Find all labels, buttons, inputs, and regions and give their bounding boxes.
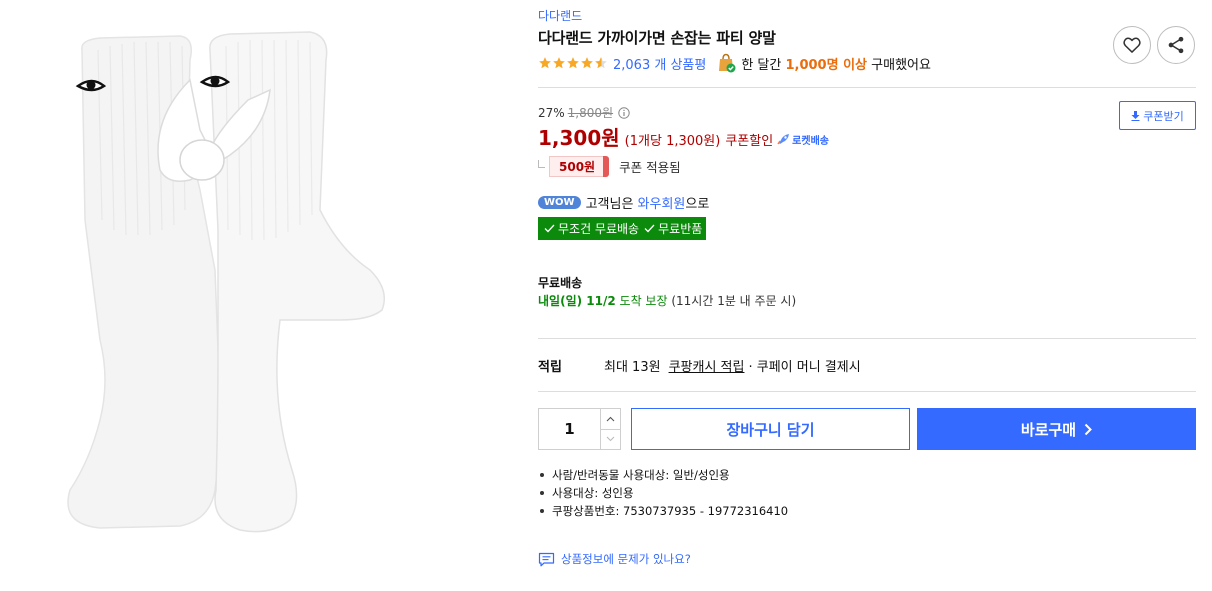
report-issue-label: 상품정보에 문제가 있나요? <box>561 552 691 566</box>
share-button[interactable] <box>1157 26 1195 64</box>
sold-amount: 1,000명 이상 <box>785 57 868 73</box>
info-icon[interactable] <box>618 106 630 119</box>
points-max: 최대 13원 <box>604 360 661 375</box>
wishlist-button[interactable] <box>1113 26 1151 64</box>
review-count-link[interactable]: 2,063 개 상품평 <box>613 54 706 73</box>
star-icon <box>553 57 565 69</box>
benefit-free-return: 무료반품 <box>658 222 703 236</box>
original-price: 1,800원 <box>567 106 614 120</box>
order-deadline-note: (11시간 1분 내 주문 시) <box>671 294 797 308</box>
heart-icon <box>1122 35 1142 55</box>
wow-suffix: 으로 <box>685 196 710 212</box>
discount-row: 27% 1,800원 <box>538 104 630 121</box>
check-icon <box>644 224 655 233</box>
quantity-input[interactable] <box>539 409 600 449</box>
spec-text: 쿠팡상품번호: 7530737935 - 19772316410 <box>552 504 789 518</box>
quantity-steppers <box>600 409 620 449</box>
sold-prefix: 한 달간 <box>741 57 782 73</box>
spec-item: 쿠팡상품번호: 7530737935 - 19772316410 <box>538 502 788 520</box>
sold-suffix: 구매했어요 <box>871 57 931 73</box>
add-to-cart-button[interactable]: 장바구니 담기 <box>631 408 910 450</box>
coupon-tag-notch <box>603 155 610 177</box>
final-price: 1,300원 <box>538 126 620 150</box>
coupon-download-label: 쿠폰받기 <box>1143 109 1184 123</box>
quantity-increase-button[interactable] <box>601 409 620 430</box>
star-icon <box>567 57 579 69</box>
discount-rate: 27% <box>538 105 565 120</box>
coupon-download-button[interactable]: 쿠폰받기 <box>1119 101 1196 130</box>
quantity-decrease-button[interactable] <box>601 430 620 450</box>
rocket-label: 로켓배송 <box>792 135 829 147</box>
delivery-estimate: 내일(일) 11/2 도착 보장 (11시간 1분 내 주문 시) <box>538 292 796 309</box>
star-icon <box>581 57 593 69</box>
branch-line <box>538 160 545 168</box>
download-icon <box>1131 110 1140 121</box>
rating-row: 2,063 개 상품평 한 달간 1,000명 이상 구매했어요 <box>538 53 931 73</box>
arrival-day: 내일(일) 11/2 <box>538 294 616 308</box>
chevron-down-icon <box>606 436 615 442</box>
message-icon <box>538 552 555 567</box>
spec-text: 사용대상: 성인용 <box>552 486 634 500</box>
points-label: 적립 <box>538 360 562 375</box>
spec-list: 사람/반려동물 사용대상: 일반/성인용 사용대상: 성인용 쿠팡상품번호: 7… <box>538 466 788 520</box>
check-icon <box>544 224 555 233</box>
divider <box>538 391 1196 392</box>
coupon-discount-label: 쿠폰할인 <box>725 134 774 149</box>
shipping-label: 무료배송 <box>538 276 583 290</box>
coupon-amount-tag: 500원 <box>549 155 604 177</box>
benefit-free-shipping: 무조건 무료배송 <box>558 222 640 236</box>
spec-item: 사람/반려동물 사용대상: 일반/성인용 <box>538 466 788 484</box>
spec-text: 사람/반려동물 사용대상: 일반/성인용 <box>552 468 730 482</box>
product-image <box>40 20 440 560</box>
wow-prefix: 고객님은 <box>585 196 634 212</box>
coupon-applied-label: 쿠폰 적용됨 <box>619 159 681 175</box>
buy-now-button[interactable]: 바로구매 <box>917 408 1196 450</box>
wow-member-row: WOW 고객님은 와우회원 으로 <box>538 193 710 212</box>
chevron-up-icon <box>606 416 615 422</box>
arrival-guarantee: 도착 보장 <box>619 294 668 308</box>
points-condition: · 쿠페이 머니 결제시 <box>748 360 861 375</box>
wow-badge: WOW <box>538 195 581 209</box>
buy-now-label: 바로구매 <box>1020 420 1077 439</box>
rocket-delivery-badge: 로켓배송 <box>777 132 829 147</box>
coupon-applied-row: 500원 쿠폰 적용됨 <box>538 154 681 178</box>
quantity-stepper <box>538 408 621 450</box>
wow-member-link[interactable]: 와우회원 <box>638 193 686 212</box>
rocket-icon <box>777 133 790 145</box>
product-detail: 다다랜드 다다랜드 가까이가면 손잡는 파티 양말 2,063 개 상품평 한 … <box>538 0 1198 591</box>
unit-price: (1개당 1,300원) <box>624 134 721 149</box>
price-row: 1,300원 (1개당 1,300원) 쿠폰할인 로켓배송 <box>538 122 829 151</box>
divider <box>538 87 1196 88</box>
product-title: 다다랜드 가까이가면 손잡는 파티 양말 <box>538 29 776 47</box>
add-to-cart-label: 장바구니 담기 <box>726 420 815 439</box>
coupang-cash-link[interactable]: 쿠팡캐시 적립 <box>669 356 745 375</box>
divider <box>538 338 1196 339</box>
points-row: 적립 최대 13원 쿠팡캐시 적립 · 쿠페이 머니 결제시 <box>538 356 1196 375</box>
star-rating <box>538 56 608 70</box>
sold-count-text: 한 달간 1,000명 이상 구매했어요 <box>741 54 931 73</box>
chevron-right-icon <box>1084 423 1093 436</box>
share-icon <box>1166 35 1186 55</box>
half-star-icon <box>595 57 607 69</box>
wow-benefits-box: 무조건 무료배송 무료반품 <box>538 217 707 240</box>
shopping-bag-icon <box>718 53 736 73</box>
spec-item: 사용대상: 성인용 <box>538 484 788 502</box>
report-issue-link[interactable]: 상품정보에 문제가 있나요? <box>538 551 691 567</box>
brand-link[interactable]: 다다랜드 <box>538 7 582 24</box>
star-icon <box>539 57 551 69</box>
